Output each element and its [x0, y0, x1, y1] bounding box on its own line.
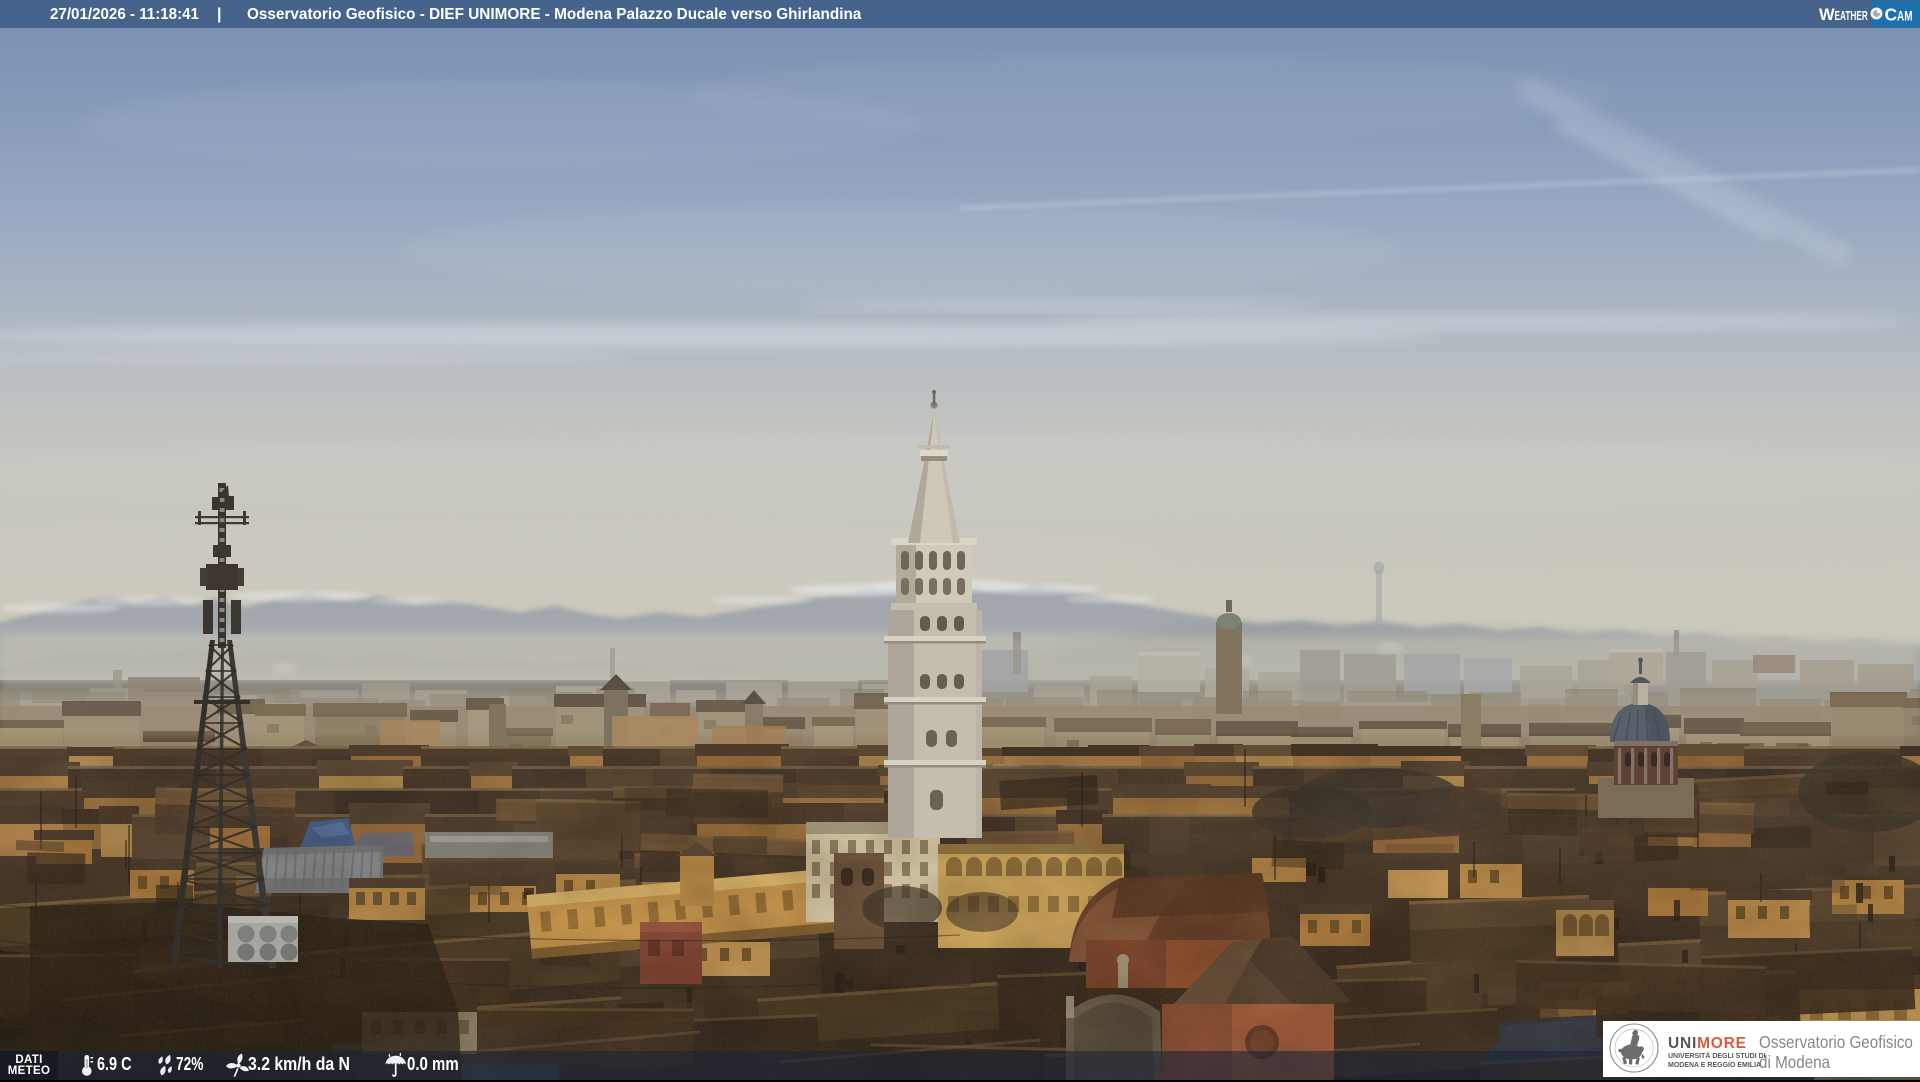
svg-text:AM: AM: [1897, 8, 1913, 24]
svg-text:C: C: [1885, 5, 1898, 25]
svg-text:W: W: [1819, 6, 1835, 24]
svg-text:di Modena: di Modena: [1759, 1053, 1831, 1072]
svg-text:MODENA E REGGIO EMILIA: MODENA E REGGIO EMILIA: [1668, 1062, 1761, 1069]
svg-text:UNIVERSITÀ DEGLI STUDI DI: UNIVERSITÀ DEGLI STUDI DI: [1668, 1051, 1766, 1060]
svg-text:Osservatorio Geofisico: Osservatorio Geofisico: [1759, 1033, 1913, 1052]
svg-text:UNIMORE: UNIMORE: [1668, 1035, 1747, 1052]
svg-text:EATHER: EATHER: [1835, 9, 1869, 23]
